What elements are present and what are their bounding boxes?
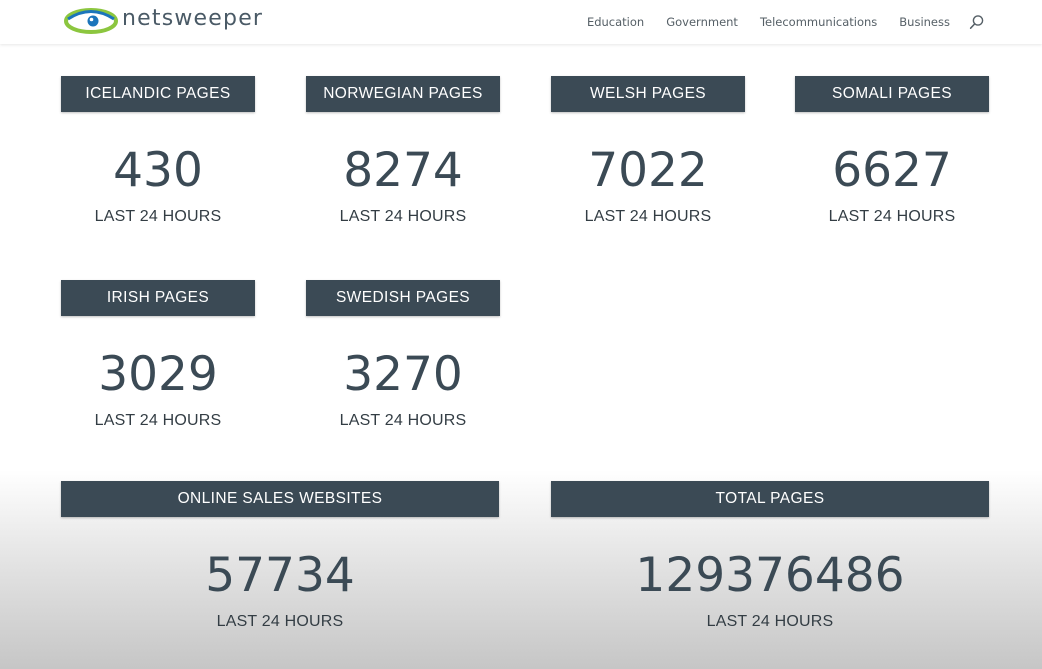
- stat-card-title: WELSH PAGES: [551, 76, 745, 112]
- stat-card-period: LAST 24 HOURS: [706, 613, 834, 630]
- search-icon: [969, 15, 984, 29]
- stat-card-value: 129376486: [635, 548, 905, 603]
- stat-card-value: 7022: [588, 143, 708, 198]
- site-header: netsweeper Education Government Telecomm…: [0, 0, 1042, 44]
- stat-card-title: ONLINE SALES WEBSITES: [61, 481, 499, 517]
- stat-card-period: LAST 24 HOURS: [339, 208, 467, 225]
- stat-card-welsh: WELSH PAGES 7022 LAST 24 HOURS: [551, 76, 745, 226]
- brand-name: netsweeper: [122, 5, 264, 31]
- stat-card-period: LAST 24 HOURS: [339, 412, 467, 429]
- stat-card-title: SOMALI PAGES: [795, 76, 989, 112]
- stat-card-value: 6627: [832, 143, 952, 198]
- netsweeper-logo-icon: [64, 8, 118, 34]
- stat-card-title: SWEDISH PAGES: [306, 280, 500, 316]
- stat-card-swedish: SWEDISH PAGES 3270 LAST 24 HOURS: [306, 280, 500, 430]
- site-logo[interactable]: netsweeper: [64, 6, 263, 36]
- stat-card-title: ICELANDIC PAGES: [61, 76, 255, 112]
- nav-item-government[interactable]: Government: [666, 15, 738, 29]
- stat-card-period: LAST 24 HOURS: [828, 208, 956, 225]
- stat-card-total: TOTAL PAGES 129376486 LAST 24 HOURS: [551, 481, 989, 631]
- stat-card-title: IRISH PAGES: [61, 280, 255, 316]
- stat-card-period: LAST 24 HOURS: [94, 412, 222, 429]
- stat-card-value: 57734: [205, 548, 355, 603]
- stat-card-value: 8274: [343, 143, 463, 198]
- stat-card-title: TOTAL PAGES: [551, 481, 989, 517]
- stat-card-norwegian: NORWEGIAN PAGES 8274 LAST 24 HOURS: [306, 76, 500, 226]
- stat-card-online-sales: ONLINE SALES WEBSITES 57734 LAST 24 HOUR…: [61, 481, 499, 631]
- nav-item-telecommunications[interactable]: Telecommunications: [760, 15, 877, 29]
- stat-card-irish: IRISH PAGES 3029 LAST 24 HOURS: [61, 280, 255, 430]
- stat-card-period: LAST 24 HOURS: [216, 613, 344, 630]
- stat-card-title: NORWEGIAN PAGES: [306, 76, 500, 112]
- stat-card-value: 3270: [343, 347, 463, 402]
- nav-item-education[interactable]: Education: [587, 15, 644, 29]
- stat-card-somali: SOMALI PAGES 6627 LAST 24 HOURS: [795, 76, 989, 226]
- stat-card-icelandic: ICELANDIC PAGES 430 LAST 24 HOURS: [61, 76, 255, 226]
- stat-card-value: 3029: [98, 347, 218, 402]
- stat-card-value: 430: [113, 143, 203, 198]
- stat-card-period: LAST 24 HOURS: [584, 208, 712, 225]
- search-button[interactable]: [968, 13, 986, 31]
- nav-item-business[interactable]: Business: [899, 15, 950, 29]
- stat-card-period: LAST 24 HOURS: [94, 208, 222, 225]
- main-nav: Education Government Telecommunications …: [565, 0, 986, 44]
